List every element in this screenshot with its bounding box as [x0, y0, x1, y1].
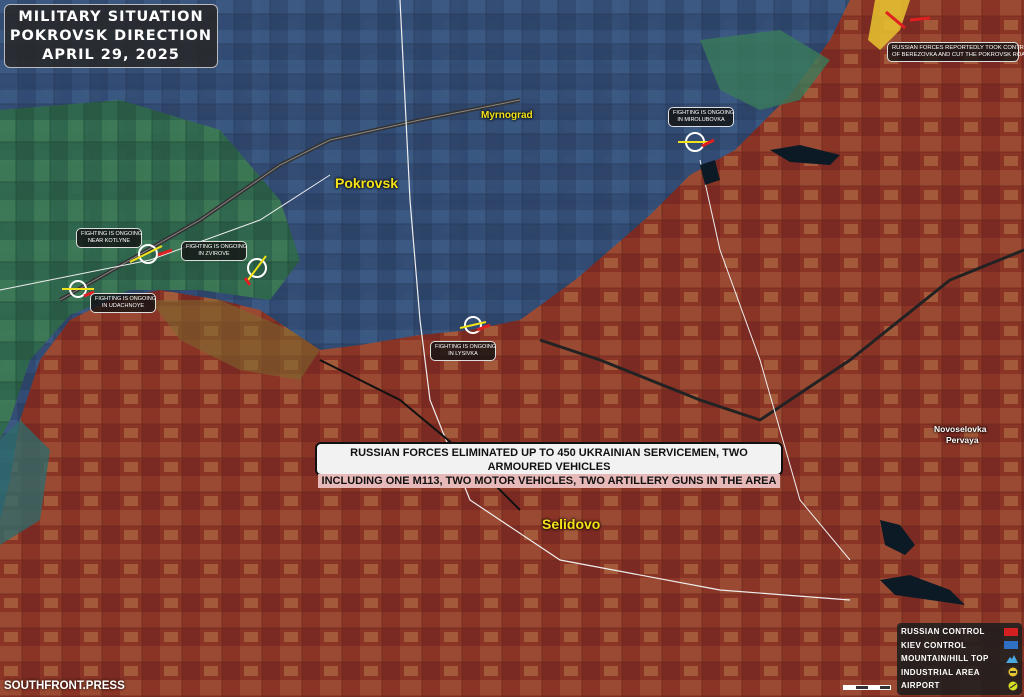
legend-row-mountain: MOUNTAIN/HILL TOP	[901, 652, 1018, 666]
label-kotlyne: FIGHTING IS ONGOING NEAR KOTLYNE	[76, 228, 142, 248]
label-line-1: FIGHTING IS ONGOING	[673, 110, 735, 116]
label-udachnoye: FIGHTING IS ONGOING IN UDACHNOYE	[90, 293, 156, 313]
label-line-2: IN ZVIROVE	[198, 251, 230, 257]
label-line-2: IN MIROLUBOVKA	[677, 117, 725, 123]
industrial-icon	[1008, 667, 1018, 677]
legend-label: AIRPORT	[901, 681, 940, 691]
label-line-2: OF BEREZOVKA AND CUT THE POKROVSK ROAD	[892, 52, 1024, 58]
label-mirolubovka: FIGHTING IS ONGOING IN MIROLUBOVKA	[668, 107, 734, 127]
blue-square-icon	[1004, 641, 1018, 650]
city-novoselovka-2: Pervaya	[946, 435, 979, 445]
banner-line-2: INCLUDING ONE M113, TWO MOTOR VEHICLES, …	[317, 474, 781, 488]
label-line-1: FIGHTING IS ONGOING	[81, 231, 143, 237]
label-line-1: FIGHTING IS ONGOING	[435, 344, 497, 350]
label-line-2: NEAR KOTLYNE	[87, 238, 131, 244]
red-square-icon	[1004, 627, 1018, 636]
label-lysivka: FIGHTING IS ONGOING IN LYSIVKA	[430, 341, 496, 361]
label-line-2: IN LYSIVKA	[448, 351, 478, 357]
label-line-1: RUSSIAN FORCES REPORTEDLY TOOK CONTROL	[892, 45, 1024, 51]
label-line-2: IN UDACHNOYE	[101, 303, 145, 309]
map-canvas	[0, 0, 1024, 697]
scale-bar	[843, 685, 891, 690]
city-novoselovka: Novoselovka	[934, 424, 987, 434]
title-box: MILITARY SITUATION POKROVSK DIRECTION AP…	[4, 4, 218, 68]
title-line-2: POKROVSK DIRECTION	[9, 28, 213, 44]
source-footer: SOUTHFRONT.PRESS	[4, 680, 125, 692]
label-line-1: FIGHTING IS ONGOING	[95, 296, 157, 302]
legend-row-russian: RUSSIAN CONTROL	[901, 625, 1018, 639]
title-line-1: MILITARY SITUATION	[18, 9, 204, 25]
mountain-icon	[1006, 655, 1018, 664]
label-zvirove: FIGHTING IS ONGOING IN ZVIROVE	[181, 241, 247, 261]
city-myrnograd: Myrnograd	[481, 110, 533, 121]
city-selidovo: Selidovo	[542, 516, 601, 532]
legend-label: KIEV CONTROL	[901, 640, 967, 650]
losses-banner: RUSSIAN FORCES ELIMINATED UP TO 450 UKRA…	[315, 442, 783, 488]
title-line-3: APRIL 29, 2025	[42, 47, 180, 63]
legend-row-industrial: INDUSTRIAL AREA	[901, 666, 1018, 680]
legend-label: INDUSTRIAL AREA	[901, 667, 980, 677]
label-berezovka: RUSSIAN FORCES REPORTEDLY TOOK CONTROL O…	[887, 42, 1024, 62]
legend-row-kiev: KIEV CONTROL	[901, 639, 1018, 653]
banner-line-1: RUSSIAN FORCES ELIMINATED UP TO 450 UKRA…	[350, 447, 748, 473]
city-pokrovsk: Pokrovsk	[335, 175, 399, 191]
legend-row-airport: AIRPORT	[901, 679, 1018, 693]
legend-label: RUSSIAN CONTROL	[901, 627, 985, 637]
legend-label: MOUNTAIN/HILL TOP	[901, 654, 989, 664]
airport-icon	[1008, 681, 1018, 691]
label-line-1: FIGHTING IS ONGOING	[186, 244, 248, 250]
map-legend: RUSSIAN CONTROL KIEV CONTROL MOUNTAIN/HI…	[897, 623, 1022, 695]
